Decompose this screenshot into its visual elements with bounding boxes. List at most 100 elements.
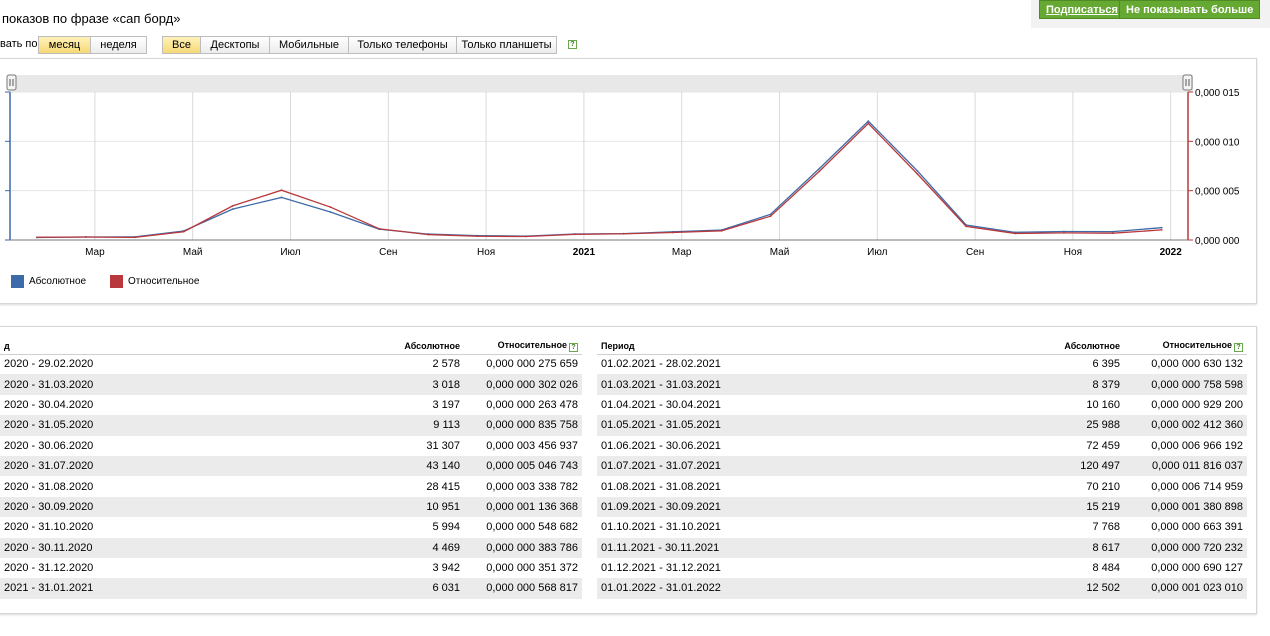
relative-cell: 0,000 000 630 132 xyxy=(1151,358,1243,371)
data-point-relative xyxy=(965,225,967,228)
relative-cell: 0,000 000 835 758 xyxy=(464,415,582,436)
x-tick-label: Сен xyxy=(966,247,984,258)
period-cell: 01.05.2021 - 31.05.2021 xyxy=(597,415,989,436)
x-tick-label: 2021 xyxy=(573,247,596,258)
x-tick-label: 2022 xyxy=(1160,247,1183,258)
table-row: 01.10.2021 - 31.10.2021 7 768 0,000 000 66… xyxy=(597,517,1247,537)
data-point-absolute xyxy=(1160,226,1163,229)
data-point-absolute xyxy=(818,167,821,170)
absolute-cell: 3 197 xyxy=(432,398,460,411)
table-row: 01.03.2021 - 31.03.2021 8 379 0,000 000 75… xyxy=(597,374,1247,395)
absolute-cell: 5 994 xyxy=(432,521,460,534)
legend-swatch-relative xyxy=(110,275,123,288)
period-cell: 2020 - 29.02.2020 xyxy=(4,358,94,371)
period-cell: 01.07.2021 - 31.07.2021 xyxy=(597,455,989,477)
stats-table-left: д Абсолютное Относительное? 2020 - 29.02… xyxy=(0,338,582,599)
absolute-cell: 6 031 xyxy=(304,578,464,599)
data-point-relative xyxy=(916,172,919,175)
period-cell: 2020 - 31.05.2020 xyxy=(0,415,304,436)
data-point-absolute xyxy=(231,208,234,211)
period-cell: 2020 - 30.04.2020 xyxy=(4,398,94,411)
relative-cell: 0,000 000 275 659 xyxy=(486,358,578,371)
relative-cell: 0,000 002 412 360 xyxy=(1124,415,1247,436)
header-absolute: Абсолютное xyxy=(989,338,1124,355)
x-tick-label: Ноя xyxy=(1064,247,1082,258)
table-row: 01.05.2021 - 31.05.2021 25 988 0,000 002 4… xyxy=(597,415,1247,436)
help-icon[interactable]: ? xyxy=(1234,343,1243,353)
period-cell: 01.12.2021 - 31.12.2021 xyxy=(601,562,721,575)
absolute-cell: 7 768 xyxy=(1092,521,1120,534)
period-cell: 2020 - 31.08.2020 xyxy=(4,480,94,493)
period-cell: 01.08.2021 - 31.08.2021 xyxy=(601,480,721,493)
relative-cell: 0,000 011 816 037 xyxy=(1124,455,1247,477)
period-cell: 2020 - 31.12.2020 xyxy=(4,562,94,575)
table-row: 2020 - 31.12.2020 3 942 0,000 000 351 372 xyxy=(0,558,582,578)
navigator-left-handle[interactable] xyxy=(6,74,17,91)
period-cell: 01.09.2021 - 30.09.2021 xyxy=(597,496,989,518)
data-point-relative xyxy=(720,229,723,232)
absolute-cell: 3 018 xyxy=(304,374,464,395)
table-row: 01.09.2021 - 30.09.2021 15 219 0,000 001 3… xyxy=(597,496,1247,518)
data-point-relative xyxy=(671,231,674,234)
relative-cell: 0,000 000 263 478 xyxy=(486,398,578,411)
x-tick-label: Май xyxy=(770,247,790,258)
relative-cell: 0,000 000 663 391 xyxy=(1151,521,1243,534)
stats-table-right: Период Абсолютное Относительное? 01.02.2… xyxy=(597,338,1247,599)
data-point-relative xyxy=(85,236,87,238)
stats-chart: 0,000 015 0,000 010 0,000 005 0,000 000 Мар М… xyxy=(5,74,1240,258)
data-point-absolute xyxy=(916,169,919,172)
relative-cell: 0,000 006 966 192 xyxy=(1151,439,1243,452)
x-tick-label: Июл xyxy=(280,247,300,258)
data-point-relative xyxy=(1111,232,1114,235)
absolute-cell: 25 988 xyxy=(989,415,1124,436)
data-point-relative xyxy=(182,230,185,233)
data-point-relative xyxy=(525,235,527,238)
table-row: 2020 - 30.11.2020 4 469 0,000 000 383 786 xyxy=(0,537,582,558)
legend-absolute[interactable]: Абсолютное xyxy=(11,275,86,288)
table-row: 01.07.2021 - 31.07.2021 120 497 0,000 011 … xyxy=(597,455,1247,477)
absolute-cell: 43 140 xyxy=(304,455,464,477)
table-row: 01.04.2021 - 30.04.2021 10 160 0,000 000 9… xyxy=(597,395,1247,415)
data-point-relative xyxy=(867,122,870,125)
absolute-cell: 8 379 xyxy=(989,374,1124,395)
table-row: 01.06.2021 - 30.06.2021 72 459 0,000 006 9… xyxy=(597,436,1247,456)
table-row: 2020 - 31.03.2020 3 018 0,000 000 302 026 xyxy=(0,374,582,395)
data-point-relative xyxy=(1014,232,1016,235)
relative-cell: 0,000 000 690 127 xyxy=(1151,562,1243,575)
period-cell: 2020 - 30.06.2020 xyxy=(4,439,94,452)
table-row: 01.12.2021 - 31.12.2021 8 484 0,000 000 69… xyxy=(597,558,1247,578)
data-point-relative xyxy=(818,170,821,173)
period-cell: 01.06.2021 - 30.06.2021 xyxy=(601,439,721,452)
absolute-cell: 70 210 xyxy=(1086,480,1120,493)
absolute-cell: 4 469 xyxy=(304,537,464,558)
relative-cell: 0,000 000 720 232 xyxy=(1124,537,1247,558)
period-cell: 2020 - 31.07.2020 xyxy=(0,455,304,477)
table-row: 2020 - 29.02.2020 2 578 0,000 000 275 659 xyxy=(0,354,582,374)
help-icon[interactable]: ? xyxy=(569,343,578,353)
data-point-relative xyxy=(329,206,332,208)
data-point-relative xyxy=(574,233,576,236)
navigator-right-handle[interactable] xyxy=(1182,74,1193,91)
period-cell: 2021 - 31.01.2021 xyxy=(0,578,304,599)
data-point-relative xyxy=(476,235,478,238)
table-row: 2020 - 31.08.2020 28 415 0,000 003 338 782 xyxy=(0,476,582,496)
table-row: 2020 - 30.04.2020 3 197 0,000 000 263 478 xyxy=(0,395,582,415)
x-tick-label: Июл xyxy=(867,247,887,258)
relative-cell: 0,000 005 046 743 xyxy=(464,455,582,477)
navigator-bar[interactable] xyxy=(10,75,1193,92)
table-row: 01.02.2021 - 28.02.2021 6 395 0,000 000 63… xyxy=(597,354,1247,374)
header-relative: Относительное? xyxy=(1124,338,1247,355)
table-row: 2020 - 30.06.2020 31 307 0,000 003 456 937 xyxy=(0,436,582,456)
period-cell: 01.04.2021 - 30.04.2021 xyxy=(601,398,721,411)
legend-label-absolute: Абсолютное xyxy=(29,276,87,287)
absolute-cell: 10 951 xyxy=(304,496,464,518)
x-tick-label: Мар xyxy=(672,247,692,258)
y2-tick-label: 0,000 000 xyxy=(1195,236,1240,247)
data-point-absolute xyxy=(329,211,332,213)
data-point-relative xyxy=(769,215,772,218)
data-point-relative xyxy=(36,236,38,239)
table-row: 2020 - 31.05.2020 9 113 0,000 000 835 758 xyxy=(0,415,582,436)
period-cell: 01.11.2021 - 30.11.2021 xyxy=(597,537,989,558)
legend-relative[interactable]: Относительное xyxy=(110,275,199,288)
header-period: д xyxy=(0,338,304,355)
